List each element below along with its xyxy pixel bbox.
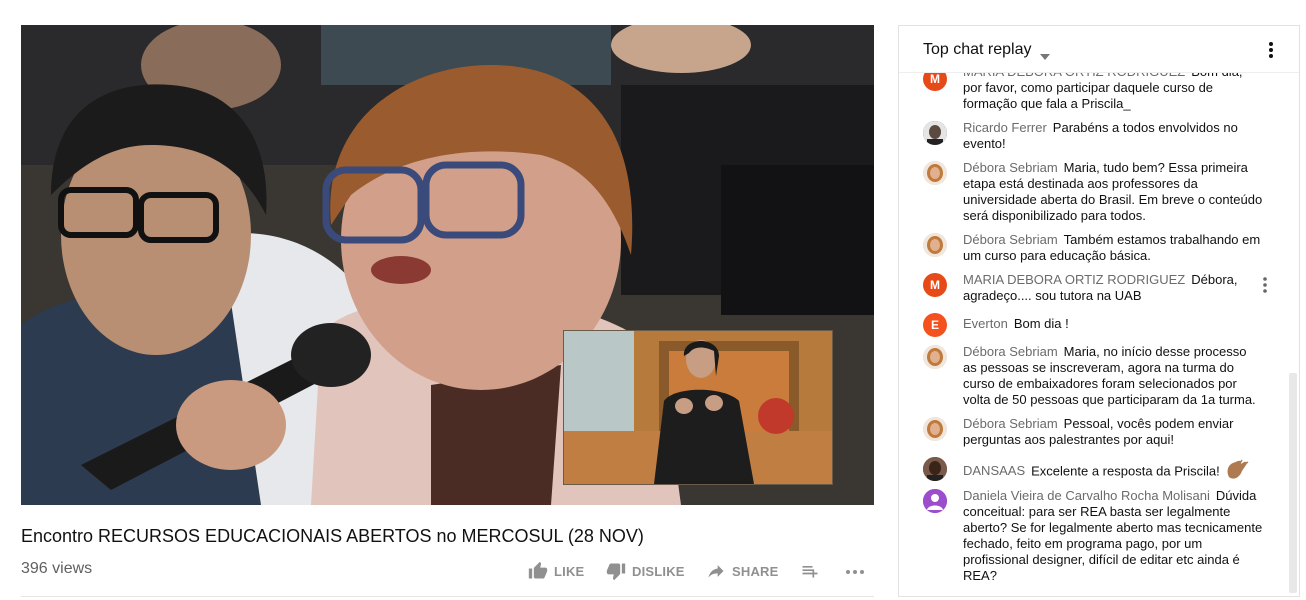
add-to-playlist-button[interactable] [800, 561, 820, 581]
chat-replay-panel: M MARIA DEBORA ORTIZ RODRIGUEZBom dia, p… [898, 25, 1300, 597]
chat-author: MARIA DEBORA ORTIZ RODRIGUEZ [963, 272, 1186, 287]
more-vertical-icon [1263, 277, 1267, 293]
more-horizontal-icon [844, 561, 866, 581]
more-vertical-icon [1269, 42, 1273, 58]
avatar [923, 233, 947, 257]
avatar [923, 121, 947, 145]
avatar [923, 489, 947, 513]
thumbs-down-icon [606, 561, 626, 581]
video-player[interactable] [21, 25, 874, 505]
divider [21, 596, 874, 597]
chat-author: Débora Sebriam [963, 344, 1058, 359]
chat-scrollbar[interactable] [1289, 373, 1297, 593]
avatar [923, 161, 947, 185]
video-title: Encontro RECURSOS EDUCACIONAIS ABERTOS n… [21, 526, 644, 546]
chat-author: Débora Sebriam [963, 160, 1058, 175]
avatar: E [923, 313, 947, 337]
avatar [923, 457, 947, 481]
chat-author: Ricardo Ferrer [963, 120, 1047, 135]
sign-language-interpreter-inset [563, 330, 833, 485]
avatar [923, 417, 947, 441]
dislike-label: DISLIKE [632, 563, 685, 579]
dropdown-caret-icon[interactable] [1040, 47, 1050, 65]
chat-author: Débora Sebriam [963, 232, 1058, 247]
dislike-button[interactable]: DISLIKE [606, 561, 685, 581]
share-button[interactable]: SHARE [706, 561, 779, 581]
chat-header: Top chat replay [899, 26, 1299, 73]
share-label: SHARE [732, 563, 779, 579]
chat-message-text: Bom dia ! [1013, 316, 1069, 331]
playlist-add-icon [800, 561, 820, 581]
view-count: 396 views [21, 560, 93, 577]
chat-author: Débora Sebriam [963, 416, 1058, 431]
clapping-hands-icon [1224, 459, 1250, 485]
chat-author: Daniela Vieira de Carvalho Rocha Molisan… [963, 488, 1210, 503]
chat-message-text: Excelente a resposta da Priscila! [1031, 463, 1220, 479]
chat-menu-button[interactable] [1268, 41, 1274, 64]
chat-author: DANSAAS [963, 463, 1026, 479]
avatar [923, 345, 947, 369]
more-actions-button[interactable] [844, 561, 866, 581]
chat-mode-selector[interactable]: Top chat replay [923, 41, 1032, 59]
like-button[interactable]: LIKE [528, 561, 584, 581]
chat-author: Everton [963, 316, 1008, 331]
like-label: LIKE [554, 563, 585, 579]
message-menu-button[interactable] [1263, 276, 1267, 299]
thumbs-up-icon [528, 561, 548, 581]
share-arrow-icon [706, 561, 726, 581]
avatar: M [923, 273, 947, 297]
